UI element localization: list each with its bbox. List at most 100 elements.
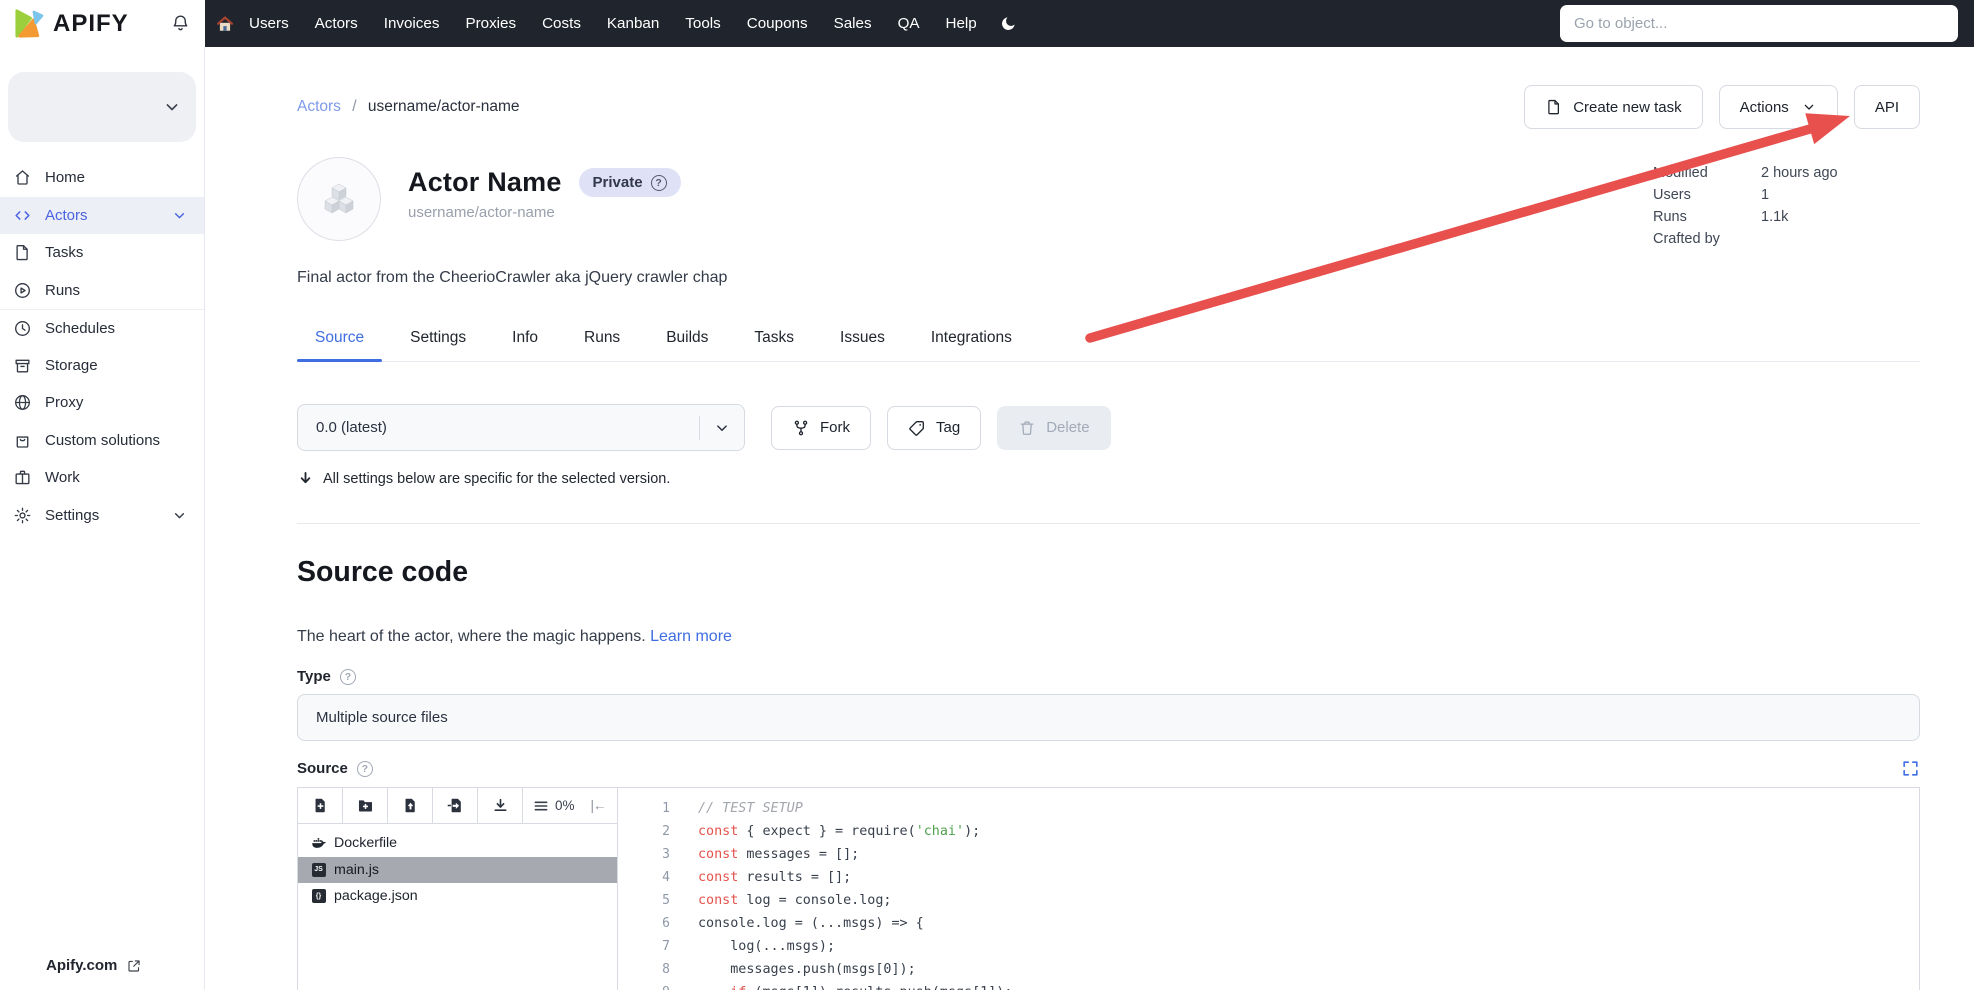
new-folder-icon bbox=[357, 797, 374, 814]
code-line[interactable]: 7 log(...msgs); bbox=[618, 935, 1919, 958]
code-line[interactable]: 3const messages = []; bbox=[618, 843, 1919, 866]
tab-issues[interactable]: Issues bbox=[822, 329, 903, 361]
code-line[interactable]: 6console.log = (...msgs) => { bbox=[618, 912, 1919, 935]
section-divider bbox=[297, 523, 1920, 524]
line-number: 4 bbox=[618, 866, 670, 889]
code-line[interactable]: 2const { expect } = require('chai'); bbox=[618, 820, 1919, 843]
line-number: 6 bbox=[618, 912, 670, 935]
topnav-item-coupons[interactable]: Coupons bbox=[734, 15, 821, 32]
topnav-item-actors[interactable]: Actors bbox=[302, 15, 371, 32]
new-folder-button[interactable] bbox=[343, 788, 388, 823]
topnav-item-kanban[interactable]: Kanban bbox=[594, 15, 672, 32]
tab-source[interactable]: Source bbox=[297, 329, 382, 361]
topnav-item-invoices[interactable]: Invoices bbox=[371, 15, 453, 32]
fullscreen-expand-icon[interactable] bbox=[1901, 759, 1920, 778]
topnav-item-costs[interactable]: Costs bbox=[529, 15, 594, 32]
sidebar-item-storage[interactable]: Storage bbox=[0, 347, 204, 385]
home-house-icon[interactable] bbox=[216, 15, 234, 33]
topnav-item-proxies[interactable]: Proxies bbox=[452, 15, 529, 32]
line-number: 1 bbox=[618, 797, 670, 820]
sidebar-item-settings[interactable]: Settings bbox=[0, 497, 204, 535]
topnav-item-sales[interactable]: Sales bbox=[821, 15, 885, 32]
topnav-item-users[interactable]: Users bbox=[236, 15, 302, 32]
wrap-toggle[interactable]: |← bbox=[585, 788, 612, 823]
code-line[interactable]: 9 if (msgs[1]) results.push(msgs[1]); bbox=[618, 981, 1919, 990]
tag-icon bbox=[908, 419, 926, 437]
help-question-icon[interactable]: ? bbox=[357, 761, 373, 777]
tab-builds[interactable]: Builds bbox=[648, 329, 726, 361]
arrow-down-icon bbox=[297, 470, 314, 487]
delete-button[interactable]: Delete bbox=[997, 406, 1110, 450]
zoom-value: 0% bbox=[555, 798, 575, 813]
sidebar-item-home[interactable]: Home bbox=[0, 159, 204, 197]
sidebar-item-label: Work bbox=[45, 469, 80, 486]
breadcrumb: Actors / username/actor-name bbox=[297, 98, 520, 116]
upload-file-icon bbox=[402, 797, 419, 814]
clock-icon bbox=[13, 319, 32, 338]
learn-more-link[interactable]: Learn more bbox=[650, 628, 732, 645]
actions-dropdown-button[interactable]: Actions bbox=[1719, 85, 1838, 129]
source-type-value: Multiple source files bbox=[316, 709, 448, 726]
topnav-item-qa[interactable]: QA bbox=[885, 15, 933, 32]
download-icon bbox=[492, 797, 509, 814]
play-icon bbox=[13, 281, 32, 300]
account-selector[interactable] bbox=[8, 72, 196, 142]
code-editor[interactable]: 1// TEST SETUP2const { expect } = requir… bbox=[618, 788, 1919, 990]
theme-toggle-moon-icon[interactable] bbox=[1000, 15, 1017, 32]
file-item-dockerfile[interactable]: Dockerfile bbox=[298, 830, 617, 857]
help-question-icon[interactable]: ? bbox=[340, 669, 356, 685]
sidebar-nav: HomeActorsTasksRuns Schedules StorageProxy… bbox=[0, 159, 204, 534]
create-new-task-button[interactable]: Create new task bbox=[1524, 85, 1702, 129]
import-file-button[interactable] bbox=[433, 788, 478, 823]
new-file-button[interactable] bbox=[298, 788, 343, 823]
help-question-icon[interactable]: ? bbox=[651, 175, 667, 191]
home-icon bbox=[13, 168, 32, 187]
tag-button[interactable]: Tag bbox=[887, 406, 981, 450]
actor-avatar bbox=[297, 157, 381, 241]
api-button[interactable]: API bbox=[1854, 85, 1920, 129]
chevron-down-icon bbox=[1801, 99, 1817, 115]
sidebar-item-tasks[interactable]: Tasks bbox=[0, 234, 204, 272]
file-item-main-js[interactable]: JSmain.js bbox=[298, 857, 617, 884]
sidebar-item-work[interactable]: Work bbox=[0, 459, 204, 497]
upload-file-button[interactable] bbox=[388, 788, 433, 823]
version-select-value: 0.0 (latest) bbox=[316, 419, 387, 436]
globe-icon bbox=[13, 393, 32, 412]
tab-settings[interactable]: Settings bbox=[392, 329, 484, 361]
code-line[interactable]: 8 messages.push(msgs[0]); bbox=[618, 958, 1919, 981]
sidebar-item-label: Schedules bbox=[45, 320, 115, 337]
topnav-item-help[interactable]: Help bbox=[933, 15, 990, 32]
topnav-item-tools[interactable]: Tools bbox=[672, 15, 733, 32]
sidebar-item-custom-solutions[interactable]: Custom solutions bbox=[0, 422, 204, 460]
goto-object-search-input[interactable] bbox=[1560, 5, 1958, 42]
download-button[interactable] bbox=[478, 788, 523, 823]
zoom-control[interactable]: 0% bbox=[523, 788, 585, 823]
version-select[interactable]: 0.0 (latest) bbox=[297, 404, 745, 451]
fork-button[interactable]: Fork bbox=[771, 406, 871, 450]
sidebar-footer-link[interactable]: Apify.com bbox=[0, 957, 204, 974]
tab-integrations[interactable]: Integrations bbox=[913, 329, 1030, 361]
sidebar-item-actors[interactable]: Actors bbox=[0, 197, 204, 235]
tab-tasks[interactable]: Tasks bbox=[736, 329, 812, 361]
private-badge: Private ? bbox=[579, 168, 681, 197]
breadcrumb-actors-link[interactable]: Actors bbox=[297, 98, 341, 115]
tab-runs[interactable]: Runs bbox=[566, 329, 638, 361]
meta-row-users: Users1 bbox=[1653, 187, 1920, 203]
code-line[interactable]: 1// TEST SETUP bbox=[618, 797, 1919, 820]
code-line[interactable]: 5const log = console.log; bbox=[618, 889, 1919, 912]
file-item-package-json[interactable]: {}package.json bbox=[298, 883, 617, 910]
sidebar-item-schedules[interactable]: Schedules bbox=[0, 309, 204, 347]
type-label: Type bbox=[297, 668, 331, 685]
chevron-down-icon bbox=[162, 97, 182, 117]
file-tree-panel: 0% |← DockerfileJSmain.js{}package.json bbox=[298, 788, 618, 990]
sidebar-item-proxy[interactable]: Proxy bbox=[0, 384, 204, 422]
import-file-icon bbox=[447, 797, 464, 814]
json-file-icon: {} bbox=[311, 889, 326, 904]
actor-meta: Modified2 hours agoUsers1Runs1.1kCrafted… bbox=[1653, 165, 1920, 253]
line-number: 8 bbox=[618, 958, 670, 981]
code-line[interactable]: 4const results = []; bbox=[618, 866, 1919, 889]
source-type-select[interactable]: Multiple source files bbox=[297, 694, 1920, 741]
tab-info[interactable]: Info bbox=[494, 329, 556, 361]
notifications-bell-icon[interactable] bbox=[170, 13, 191, 34]
sidebar-item-runs[interactable]: Runs bbox=[0, 272, 204, 310]
